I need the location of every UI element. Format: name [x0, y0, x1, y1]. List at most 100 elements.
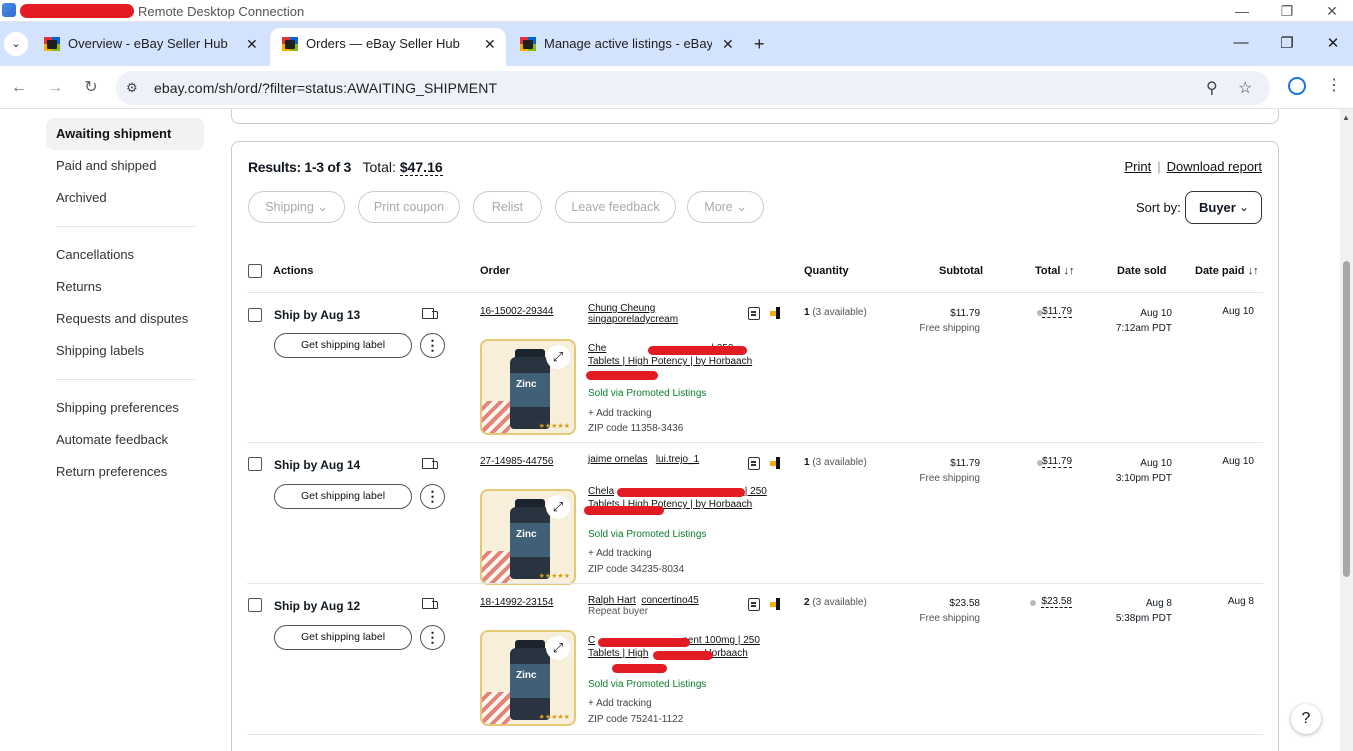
message-icon[interactable] [748, 307, 760, 320]
header-subtotal[interactable]: Subtotal [939, 265, 983, 277]
status-dot [1030, 600, 1036, 606]
browser-toolbar: ← → ↻ ⚙ ebay.com/sh/ord/?filter=status:A… [0, 66, 1353, 109]
tab-overview[interactable]: Overview - eBay Seller Hub ✕ [32, 28, 268, 66]
header-quantity[interactable]: Quantity [804, 265, 849, 277]
forward-arrow-icon[interactable]: → [43, 76, 67, 100]
truck-icon [422, 308, 438, 320]
bookmark-star-icon[interactable]: ☆ [1238, 78, 1252, 98]
leave-feedback-button[interactable]: Leave feedback [555, 191, 676, 223]
more-actions-icon[interactable]: ⋮ [420, 333, 445, 358]
more-actions-icon[interactable]: ⋮ [420, 484, 445, 509]
product-thumbnail[interactable]: Zinc ★★★★★ ⤢ [480, 489, 576, 585]
buyer-name-link[interactable]: jaime ornelas [588, 454, 647, 465]
sidebar-item-paid-and-shipped[interactable]: Paid and shipped [46, 150, 204, 182]
rdp-app-icon [2, 3, 16, 17]
close-icon[interactable]: ✕ [246, 28, 258, 60]
filter-card-bottom [231, 109, 1279, 124]
header-total[interactable]: Total ↓↑ [1035, 265, 1075, 277]
get-shipping-label-button[interactable]: Get shipping label [274, 333, 412, 358]
row-checkbox[interactable] [248, 457, 262, 471]
order-number-link[interactable]: 18-14992-23154 [480, 597, 553, 608]
tab-orders[interactable]: Orders — eBay Seller Hub ✕ [270, 28, 506, 66]
sidebar-item-shipping-preferences[interactable]: Shipping preferences [46, 392, 204, 424]
close-icon[interactable]: ✕ [722, 28, 734, 60]
profile-icon[interactable] [1288, 77, 1306, 95]
total-value[interactable]: $47.16 [399, 159, 443, 176]
tab-label: Overview - eBay Seller Hub [68, 36, 228, 51]
product-thumbnail[interactable]: Zinc ★★★★★ ⤢ [480, 339, 576, 435]
sidebar-item-cancellations[interactable]: Cancellations [46, 239, 204, 271]
sidebar-item-awaiting-shipment[interactable]: Awaiting shipment [46, 118, 204, 150]
header-date-sold[interactable]: Date sold [1117, 265, 1167, 277]
product-thumbnail[interactable]: Zinc ★★★★★ ⤢ [480, 630, 576, 726]
message-icon[interactable] [748, 457, 760, 470]
print-coupon-button[interactable]: Print coupon [358, 191, 460, 223]
select-all-checkbox[interactable] [248, 264, 262, 278]
expand-icon[interactable]: ⤢ [546, 636, 570, 660]
scroll-up-arrow-icon[interactable]: ▲ [1342, 113, 1350, 122]
header-date-paid[interactable]: Date paid ↓↑ [1195, 265, 1259, 277]
page-scrollbar[interactable]: ▲ [1340, 109, 1353, 751]
browser-menu-icon[interactable]: ⋮ [1326, 75, 1342, 95]
buyer-id-link[interactable]: concertino45 [641, 595, 698, 606]
add-tracking-link[interactable]: + Add tracking [588, 408, 652, 419]
expand-icon[interactable]: ⤢ [546, 345, 570, 369]
scrollbar-thumb[interactable] [1343, 261, 1350, 577]
row-checkbox[interactable] [248, 598, 262, 612]
tab-manage-listings[interactable]: Manage active listings - eBay Se ✕ [508, 28, 744, 66]
order-number-link[interactable]: 27-14985-44756 [480, 456, 553, 467]
date-sold-cell: Aug 10 3:10pm PDT [1115, 458, 1172, 484]
zoom-icon[interactable]: ⚲ [1206, 78, 1218, 98]
reload-icon[interactable]: ↻ [79, 76, 103, 100]
tab-search-chevron-icon[interactable]: ⌄ [4, 32, 28, 56]
row-checkbox[interactable] [248, 308, 262, 322]
sidebar-item-archived[interactable]: Archived [46, 182, 204, 214]
rdp-minimize-icon[interactable]: — [1222, 1, 1262, 21]
buyer-id-link[interactable]: lui.trejo_1 [656, 454, 699, 465]
back-arrow-icon[interactable]: ← [7, 76, 31, 100]
get-shipping-label-button[interactable]: Get shipping label [274, 625, 412, 650]
header-actions: Actions [273, 265, 314, 277]
more-actions-icon[interactable]: ⋮ [420, 625, 445, 650]
orders-card: Results: 1-3 of 3 Total: $47.16 Print | Do… [231, 141, 1279, 751]
total-label: Total: [362, 159, 396, 175]
order-number-link[interactable]: 16-15002-29344 [480, 306, 553, 317]
buyer-id-link[interactable]: singaporeladycream [588, 314, 678, 325]
total-cell[interactable]: $23.58 [1041, 596, 1072, 608]
print-link[interactable]: Print [1124, 159, 1151, 174]
relist-button[interactable]: Relist [473, 191, 542, 223]
add-tracking-link[interactable]: + Add tracking [588, 698, 652, 709]
buyer-name-link[interactable]: Ralph Hart [588, 595, 636, 606]
total-cell[interactable]: $11.79 [1042, 456, 1072, 468]
help-button[interactable]: ? [1291, 704, 1321, 734]
expand-icon[interactable]: ⤢ [546, 495, 570, 519]
ship-by-date: Ship by Aug 13 [274, 308, 361, 322]
get-shipping-label-button[interactable]: Get shipping label [274, 484, 412, 509]
sidebar-item-automate-feedback[interactable]: Automate feedback [46, 424, 204, 456]
more-dropdown-button[interactable]: More ⌄ [687, 191, 764, 223]
promoted-listing-note: Sold via Promoted Listings [588, 529, 707, 540]
address-bar[interactable]: ⚙ ebay.com/sh/ord/?filter=status:AWAITIN… [116, 71, 1270, 105]
site-info-icon[interactable]: ⚙ [126, 80, 138, 96]
add-tracking-link[interactable]: + Add tracking [588, 548, 652, 559]
new-tab-plus-icon[interactable]: + [754, 34, 765, 55]
minimize-icon[interactable]: — [1221, 34, 1261, 51]
shipping-dropdown-button[interactable]: Shipping ⌄ [248, 191, 345, 223]
rdp-restore-icon[interactable]: ❐ [1267, 1, 1307, 21]
window-close-icon[interactable]: ✕ [1313, 34, 1353, 52]
close-icon[interactable]: ✕ [484, 28, 496, 60]
promoted-listing-note: Sold via Promoted Listings [588, 388, 707, 399]
sidebar-item-return-preferences[interactable]: Return preferences [46, 456, 204, 488]
message-icon[interactable] [748, 598, 760, 611]
sidebar-item-shipping-labels[interactable]: Shipping labels [46, 335, 204, 367]
total-cell[interactable]: $11.79 [1042, 306, 1072, 318]
sidebar-item-requests-disputes[interactable]: Requests and disputes [46, 303, 204, 335]
buyer-name-link[interactable]: Chung Cheung [588, 303, 655, 314]
download-report-link[interactable]: Download report [1167, 159, 1262, 174]
url-text[interactable]: ebay.com/sh/ord/?filter=status:AWAITING_… [154, 80, 497, 96]
sort-select[interactable]: Buyer ⌄ [1185, 191, 1262, 224]
sidebar-item-returns[interactable]: Returns [46, 271, 204, 303]
rdp-close-icon[interactable]: ✕ [1312, 1, 1352, 21]
rdp-title-bar: Remote Desktop Connection — ❐ ✕ [0, 0, 1353, 22]
maximize-icon[interactable]: ❐ [1267, 34, 1307, 52]
